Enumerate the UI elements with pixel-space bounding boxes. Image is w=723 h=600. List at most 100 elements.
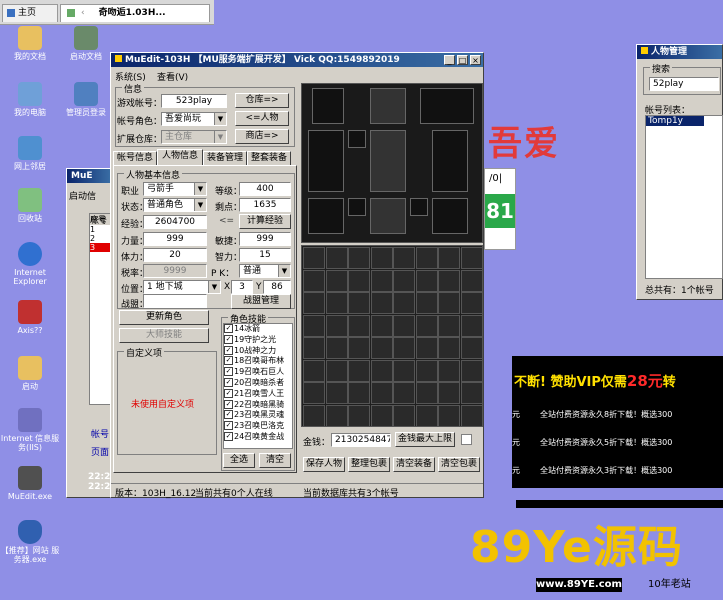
ad-offer[interactable]: 元全站付费资源永久8折下载！概选300: [512, 401, 723, 429]
inventory-slot[interactable]: [325, 247, 348, 269]
inventory-slot[interactable]: [325, 314, 348, 337]
desktop-icon-ie[interactable]: Internet Explorer: [0, 242, 60, 286]
tax-input[interactable]: 9999: [143, 264, 207, 278]
y-input[interactable]: 86: [263, 280, 291, 294]
desktop-icon-start[interactable]: 启动: [0, 356, 60, 391]
skill-item[interactable]: ✓ 23召唤黑灵魂: [224, 410, 292, 421]
tab-equipment[interactable]: 装备管理: [203, 151, 247, 165]
inventory-slot[interactable]: [393, 269, 415, 292]
inventory-slot[interactable]: [348, 292, 370, 314]
skills-list[interactable]: ✓ 14冰箭 ✓ 19守护之光 ✓ 10战神之力 ✓ 18召唤哥布林 ✓ 19召唤石巨人 …: [223, 323, 293, 449]
to-character-button[interactable]: <=人物: [235, 111, 289, 126]
max-gold-button[interactable]: 金钱最大上限: [395, 432, 455, 447]
inventory-slot[interactable]: [370, 247, 393, 269]
ad-offer[interactable]: 元全站付费资源永久5折下载！概选300: [512, 429, 723, 457]
desktop-icon-iis[interactable]: Internet 信息服务(IIS): [0, 408, 60, 452]
master-skill-button[interactable]: 大师技能: [119, 328, 209, 343]
str-input[interactable]: 999: [143, 232, 207, 246]
inventory-slot[interactable]: [415, 382, 438, 404]
desktop-icon-my-documents[interactable]: 我的文档: [0, 26, 60, 61]
equip-slot-pet[interactable]: [312, 88, 344, 124]
inventory-slot[interactable]: [393, 382, 415, 404]
menu-view[interactable]: 查看(V): [157, 70, 188, 83]
maximize-button[interactable]: □: [457, 55, 468, 65]
equip-slot-ring-left[interactable]: [348, 198, 366, 216]
update-character-button[interactable]: 更新角色: [119, 310, 209, 325]
exp-input[interactable]: 2604700: [143, 215, 207, 229]
clear-skills-button[interactable]: 清空: [259, 453, 291, 468]
inventory-slot[interactable]: [393, 247, 415, 269]
team-input[interactable]: [143, 294, 207, 308]
inventory-slot[interactable]: [325, 382, 348, 404]
skill-item[interactable]: ✓ 19守护之光: [224, 334, 292, 346]
inventory-slot[interactable]: [303, 314, 325, 337]
inventory-slot[interactable]: [325, 269, 348, 292]
minimize-button[interactable]: _: [444, 55, 455, 65]
inventory-slot[interactable]: [348, 269, 370, 292]
account-input[interactable]: 523play: [161, 94, 227, 108]
desktop-icon-axis[interactable]: Axis??: [0, 300, 60, 335]
inventory-slot[interactable]: [438, 292, 460, 314]
ext-select[interactable]: 主仓库 ▼: [161, 130, 227, 144]
desktop-icon-start-docs[interactable]: 启动文档: [56, 26, 116, 61]
inventory-slot[interactable]: [370, 269, 393, 292]
team-manage-button[interactable]: 战盟管理: [231, 294, 291, 309]
skill-item[interactable]: ✓ 24召唤黄金战: [224, 431, 292, 443]
desktop-icon-my-computer[interactable]: 我的电脑: [0, 82, 60, 117]
inventory-slot[interactable]: [393, 292, 415, 314]
inventory-slot[interactable]: [303, 247, 325, 269]
class-select[interactable]: 弓箭手 ▼: [143, 182, 207, 196]
equip-slot-boots[interactable]: [432, 198, 468, 234]
inventory-grid[interactable]: [301, 245, 483, 427]
inventory-slot[interactable]: [303, 359, 325, 382]
shop-button[interactable]: 商店=>: [235, 129, 289, 144]
pos-select[interactable]: 1 地下城 ▼: [143, 280, 221, 294]
list-item[interactable]: Tomp1y: [646, 116, 704, 126]
inventory-slot[interactable]: [438, 247, 460, 269]
inventory-slot[interactable]: [348, 337, 370, 359]
back-icon[interactable]: ‹: [81, 8, 85, 18]
inventory-slot[interactable]: [415, 292, 438, 314]
account-list[interactable]: Tomp1y: [645, 115, 723, 279]
inventory-slot[interactable]: [438, 314, 460, 337]
inventory-slot[interactable]: [460, 337, 483, 359]
inventory-slot[interactable]: [325, 292, 348, 314]
inventory-slot[interactable]: [415, 247, 438, 269]
save-character-button[interactable]: 保存人物: [303, 457, 345, 472]
inventory-slot[interactable]: [460, 382, 483, 404]
inventory-slot[interactable]: [415, 359, 438, 382]
inventory-slot[interactable]: [415, 269, 438, 292]
equip-slot-ring-right[interactable]: [410, 198, 428, 216]
search-input[interactable]: 52play: [649, 77, 719, 91]
inventory-slot[interactable]: [303, 269, 325, 292]
inventory-slot[interactable]: [348, 247, 370, 269]
inventory-slot[interactable]: [325, 337, 348, 359]
inventory-slot[interactable]: [370, 337, 393, 359]
inventory-slot[interactable]: [438, 382, 460, 404]
tab-account[interactable]: 帐号信息: [113, 151, 157, 165]
skill-item[interactable]: ✓ 22召唤暗黑骑: [224, 399, 292, 411]
inventory-slot[interactable]: [460, 269, 483, 292]
equip-slot-armor[interactable]: [370, 130, 406, 192]
agi-input[interactable]: 999: [239, 232, 291, 246]
warehouse-button[interactable]: 仓库=>: [235, 93, 289, 108]
equip-slot-pants[interactable]: [370, 198, 406, 234]
inventory-slot[interactable]: [325, 404, 348, 427]
calc-exp-button[interactable]: 计算经验: [239, 214, 291, 229]
skill-item[interactable]: ✓ 19召唤石巨人: [224, 367, 292, 378]
inventory-slot[interactable]: [415, 314, 438, 337]
equip-slot-weapon[interactable]: [308, 130, 344, 192]
skill-item[interactable]: ✓ 18召唤哥布林: [224, 356, 292, 367]
skill-item[interactable]: ✓ 10战神之力: [224, 345, 292, 357]
inventory-slot[interactable]: [415, 404, 438, 427]
clear-bag-button[interactable]: 清空包裹: [438, 457, 480, 472]
inventory-slot[interactable]: [370, 404, 393, 427]
inventory-slot[interactable]: [303, 292, 325, 314]
inventory-slot[interactable]: [303, 404, 325, 427]
inventory-slot[interactable]: [348, 382, 370, 404]
role-select[interactable]: 吾爱尚玩 ▼: [161, 112, 227, 126]
close-button[interactable]: ×: [470, 55, 481, 65]
desktop-icon-muedit[interactable]: MuEdit.exe: [0, 466, 60, 501]
desktop-icon-admin[interactable]: 管理员登录: [56, 82, 116, 117]
inventory-slot[interactable]: [348, 359, 370, 382]
